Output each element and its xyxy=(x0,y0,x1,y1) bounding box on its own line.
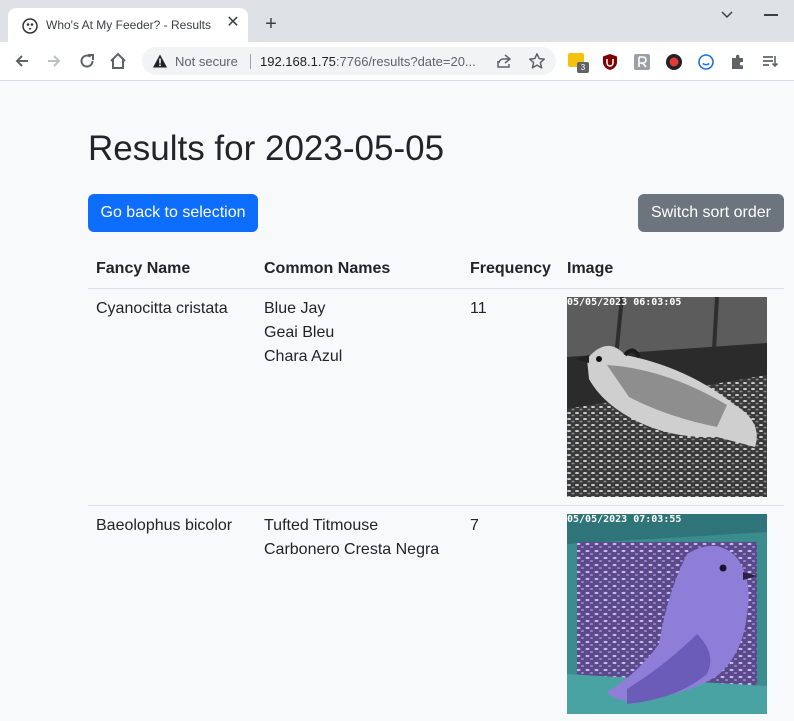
column-header-fancy-name: Fancy Name xyxy=(96,260,191,277)
bird-icon xyxy=(22,18,38,34)
extension-r-icon[interactable] xyxy=(633,53,651,71)
column-header-common-names: Common Names xyxy=(264,260,391,277)
extension-badge: 3 xyxy=(577,62,589,73)
browser-tab-bar: Who's At My Feeder? - Results ✕ + xyxy=(0,0,794,42)
record-icon[interactable] xyxy=(665,53,683,71)
frequency-cell: 7 xyxy=(470,517,479,534)
common-name: Geai Bleu xyxy=(264,324,335,341)
home-icon[interactable] xyxy=(108,51,128,71)
star-icon[interactable] xyxy=(528,52,546,70)
minimize-window-icon[interactable] xyxy=(764,14,778,16)
column-header-frequency: Frequency xyxy=(470,260,551,277)
close-tab-icon[interactable]: ✕ xyxy=(224,14,242,32)
chat-icon[interactable] xyxy=(697,53,715,71)
share-icon[interactable] xyxy=(496,53,512,69)
frequency-cell: 11 xyxy=(470,300,487,317)
url-separator xyxy=(250,54,251,69)
browser-tab[interactable]: Who's At My Feeder? - Results ✕ xyxy=(8,8,248,42)
fancy-name-cell: Baeolophus bicolor xyxy=(96,517,233,534)
reading-list-icon[interactable] xyxy=(761,53,779,71)
chevron-down-icon[interactable] xyxy=(718,8,736,22)
fancy-name-cell: Cyanocitta cristata xyxy=(96,300,228,317)
column-header-image: Image xyxy=(567,260,614,277)
shield-icon[interactable] xyxy=(601,53,619,71)
tufted-titmouse-image xyxy=(567,514,767,714)
url-path: :7766/results?date=20... xyxy=(335,54,476,69)
browser-toolbar: Not secure 192.168.1.75:7766/results?dat… xyxy=(0,42,794,81)
extension-notes-icon[interactable]: 3 xyxy=(568,53,589,73)
new-tab-button[interactable]: + xyxy=(260,14,282,36)
url-text[interactable]: 192.168.1.75:7766/results?date=20... xyxy=(260,54,476,69)
arrow-left-icon[interactable] xyxy=(12,51,32,71)
url-host: 192.168.1.75 xyxy=(260,54,336,69)
common-name: Tufted Titmouse xyxy=(264,517,379,534)
arrow-right-icon[interactable] xyxy=(44,51,64,71)
image-timestamp: 05/05/2023 07:03:55 xyxy=(567,514,682,525)
bird-photo[interactable]: 05/05/2023 07:03:55 xyxy=(567,514,767,714)
bird-photo[interactable]: 05/05/2023 06:03:05 xyxy=(567,297,767,497)
page-title: Results for 2023-05-05 xyxy=(88,129,445,168)
tab-title: Who's At My Feeder? - Results xyxy=(46,18,212,32)
common-name: Blue Jay xyxy=(264,300,326,317)
row-divider xyxy=(88,505,784,506)
page-content: Results for 2023-05-05 Go back to select… xyxy=(0,81,794,721)
puzzle-icon[interactable] xyxy=(729,53,747,71)
security-status[interactable]: Not secure xyxy=(175,54,238,69)
table-header-divider xyxy=(88,288,784,289)
reload-icon[interactable] xyxy=(77,51,97,71)
image-timestamp: 05/05/2023 06:03:05 xyxy=(567,297,682,308)
address-bar[interactable]: Not secure 192.168.1.75:7766/results?dat… xyxy=(142,47,556,75)
back-to-selection-button[interactable]: Go back to selection xyxy=(88,194,258,232)
common-name: Chara Azul xyxy=(264,348,343,365)
common-names-cell: Tufted Titmouse Carbonero Cresta Negra xyxy=(264,514,439,562)
common-name: Carbonero Cresta Negra xyxy=(264,541,440,558)
common-names-cell: Blue Jay Geai Bleu Chara Azul xyxy=(264,297,342,369)
warning-icon[interactable] xyxy=(152,53,168,69)
blue-jay-image xyxy=(567,297,767,497)
switch-sort-order-button[interactable]: Switch sort order xyxy=(638,194,784,232)
